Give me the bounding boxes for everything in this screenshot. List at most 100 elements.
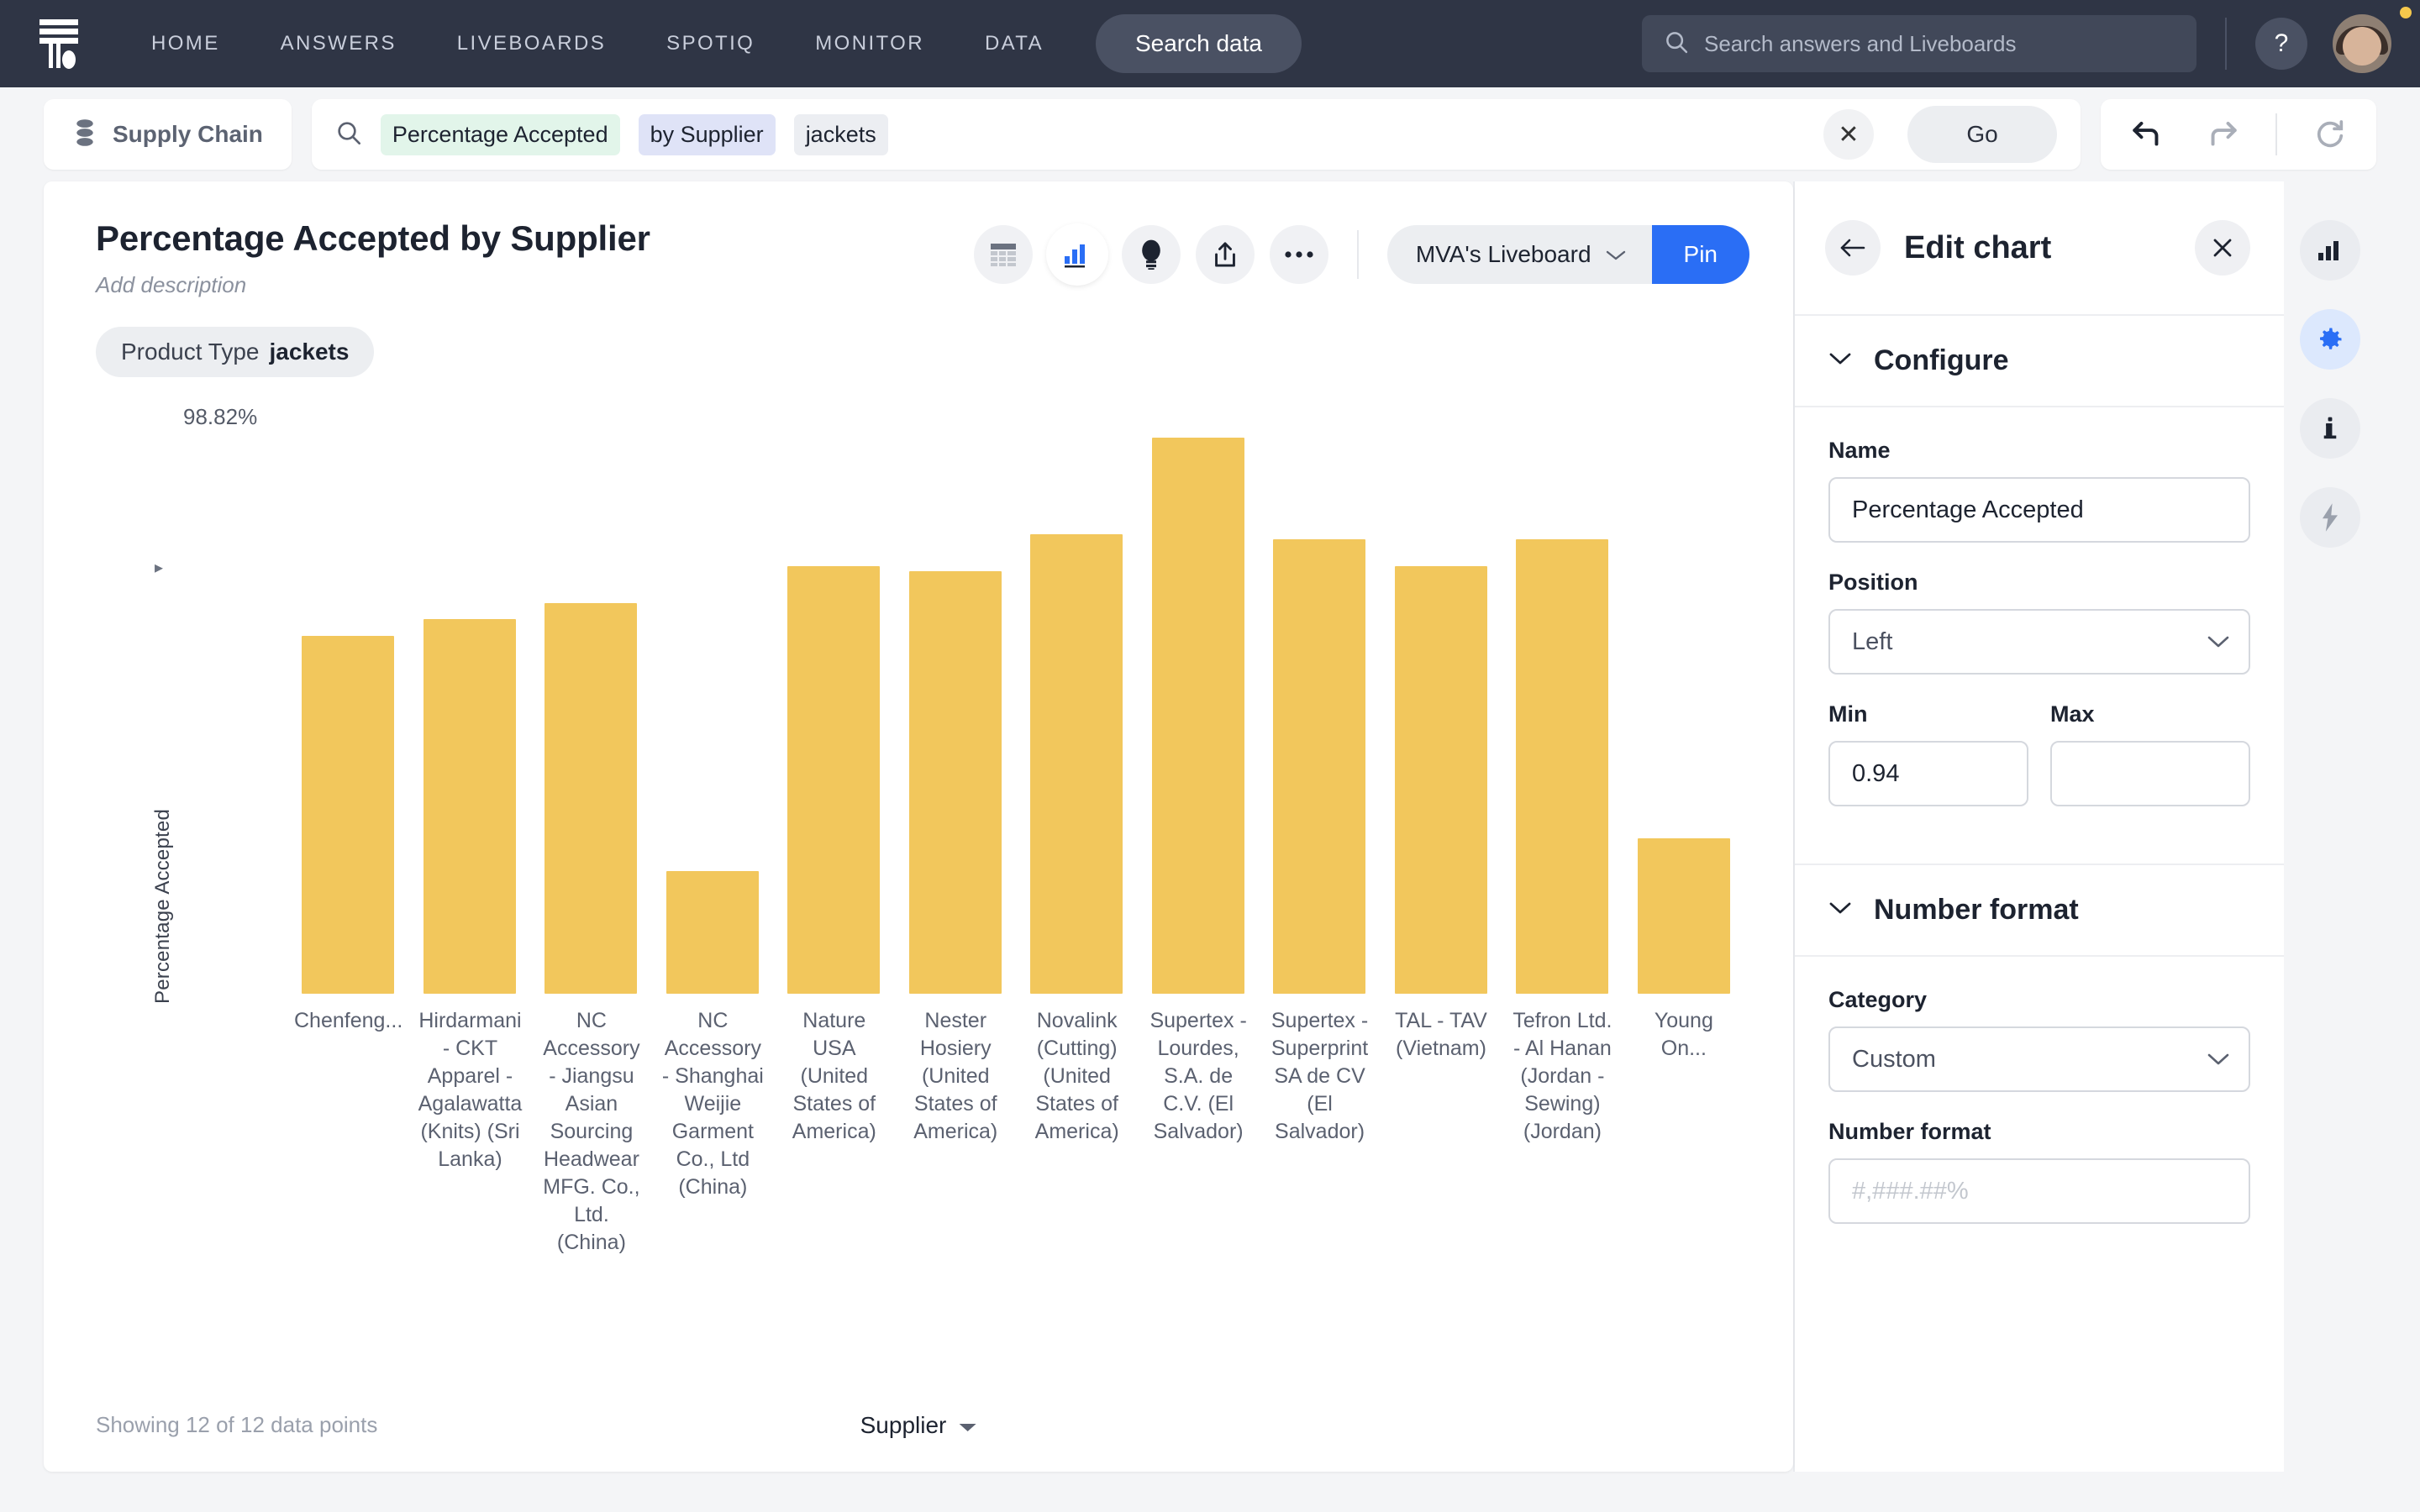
chevron-down-icon <box>1828 351 1852 370</box>
bar[interactable] <box>908 571 1002 994</box>
bar[interactable] <box>1151 438 1244 994</box>
bar[interactable] <box>302 635 395 994</box>
viz-action-bar: MVA's Liveboard Pin <box>973 218 1749 284</box>
viz-header: Percentage Accepted by Supplier Add desc… <box>44 181 1793 298</box>
data-source-label: Supply Chain <box>113 121 263 147</box>
share-icon[interactable] <box>1195 225 1255 284</box>
x-axis-label: NC Accessory - Jiangsu Asian Sourcing He… <box>543 1009 640 1254</box>
bar[interactable] <box>1273 538 1366 994</box>
query-token-measure[interactable]: Percentage Accepted <box>380 113 620 155</box>
nav-link-data[interactable]: DATA <box>955 32 1074 55</box>
min-input[interactable] <box>1828 741 2028 806</box>
data-point-count: Showing 12 of 12 data points <box>96 1412 378 1437</box>
search-data-button[interactable]: Search data <box>1095 14 1302 73</box>
bar-column[interactable] <box>773 438 895 994</box>
filter-chip-product-type[interactable]: Product Type jackets <box>96 327 375 377</box>
legend-supplier[interactable]: Supplier <box>860 1412 977 1439</box>
chart-view-icon[interactable] <box>1047 225 1107 284</box>
primary-nav-links: HOME ANSWERS LIVEBOARDS SPOTIQ MONITOR D… <box>121 32 1074 55</box>
nav-link-spotiq[interactable]: SPOTIQ <box>636 32 785 55</box>
bar[interactable] <box>787 565 881 994</box>
panel-title: Edit chart <box>1904 229 2052 265</box>
bar[interactable] <box>1030 533 1123 994</box>
close-icon[interactable] <box>2195 220 2250 276</box>
thoughtspot-logo[interactable] <box>29 13 89 74</box>
bar-column[interactable] <box>895 438 1017 994</box>
x-axis-label: Hirdarmani - CKT Apparel - Agalawatta (K… <box>418 1009 523 1171</box>
bar-column[interactable] <box>652 438 774 994</box>
settings-gear-icon[interactable] <box>2300 309 2360 370</box>
redo-icon[interactable] <box>2200 112 2245 157</box>
liveboard-select[interactable]: MVA's Liveboard <box>1386 225 1652 284</box>
query-token-filter[interactable]: jackets <box>793 113 888 155</box>
section-header-number-format[interactable]: Number format <box>1795 864 2284 957</box>
nav-link-monitor[interactable]: MONITOR <box>785 32 955 55</box>
section-title-configure: Configure <box>1874 344 2009 376</box>
x-axis-label: Nester Hosiery (United States of America… <box>913 1009 998 1143</box>
nav-link-answers[interactable]: ANSWERS <box>250 32 427 55</box>
bar[interactable] <box>666 870 759 994</box>
bar[interactable] <box>1394 565 1487 994</box>
chevron-down-icon <box>2207 1046 2230 1074</box>
bar[interactable] <box>544 603 638 994</box>
clear-query-button[interactable]: ✕ <box>1823 109 1874 160</box>
filter-row: Product Type jackets <box>44 298 1793 377</box>
bar-column[interactable] <box>1381 438 1502 994</box>
info-icon[interactable] <box>2300 398 2360 459</box>
nav-link-liveboards[interactable]: LIVEBOARDS <box>427 32 636 55</box>
position-select[interactable]: Left <box>1828 609 2250 675</box>
user-avatar[interactable] <box>2333 14 2391 73</box>
y-axis-title: Percentage Accepted <box>151 809 174 1004</box>
edit-chart-panel: Edit chart Configure Name Position Left <box>1793 181 2284 1472</box>
notification-dot <box>2400 7 2412 18</box>
nav-link-home[interactable]: HOME <box>121 32 250 55</box>
position-select-value: Left <box>1852 627 1893 655</box>
more-options-icon[interactable] <box>1269 225 1328 284</box>
bar-column[interactable] <box>1623 438 1745 994</box>
lightning-icon[interactable] <box>2300 487 2360 548</box>
plot-area <box>287 438 1744 994</box>
query-token-attribute[interactable]: by Supplier <box>638 113 776 155</box>
x-axis-label: Supertex - Superprint SA de CV (El Salva… <box>1270 1009 1369 1143</box>
help-button[interactable]: ? <box>2255 18 2307 70</box>
history-controls <box>2101 99 2376 170</box>
undo-icon[interactable] <box>2124 112 2170 157</box>
bar-column[interactable] <box>1016 438 1138 994</box>
number-format-field: Number format <box>1828 1119 2250 1224</box>
number-format-input[interactable] <box>1828 1158 2250 1224</box>
table-view-icon[interactable] <box>973 225 1033 284</box>
bar[interactable] <box>1637 838 1730 994</box>
bar-column[interactable] <box>1138 438 1260 994</box>
bar-column[interactable] <box>287 438 409 994</box>
y-axis-expand-caret[interactable]: ▸ <box>155 557 163 578</box>
x-axis-label: Young On... <box>1654 1009 1713 1060</box>
category-select-value: Custom <box>1852 1045 1936 1073</box>
spotiq-icon[interactable] <box>1121 225 1181 284</box>
chevron-down-icon <box>2207 628 2230 656</box>
y-axis-max-tick: 98.82% <box>183 404 258 429</box>
go-button[interactable]: Go <box>1907 106 2057 163</box>
bar-column[interactable] <box>530 438 652 994</box>
action-divider <box>1356 230 1359 279</box>
chevron-down-icon <box>1605 241 1627 268</box>
bar[interactable] <box>1516 538 1609 994</box>
search-query-bar[interactable]: Percentage Accepted by Supplier jackets … <box>311 99 2081 170</box>
bar-column[interactable] <box>1259 438 1381 994</box>
bar-column[interactable] <box>409 438 531 994</box>
section-header-configure[interactable]: Configure <box>1795 314 2284 407</box>
back-arrow-icon[interactable] <box>1825 220 1881 276</box>
data-source-chip[interactable]: Supply Chain <box>44 99 292 170</box>
chart-type-icon[interactable] <box>2300 220 2360 281</box>
name-input[interactable] <box>1828 477 2250 543</box>
max-input[interactable] <box>2050 741 2250 806</box>
bar[interactable] <box>423 619 516 994</box>
global-search-box[interactable] <box>1642 15 2196 72</box>
reset-icon[interactable] <box>2307 112 2353 157</box>
name-field-label: Name <box>1828 438 1891 463</box>
page-title: Percentage Accepted by Supplier <box>96 218 650 258</box>
category-select[interactable]: Custom <box>1828 1026 2250 1092</box>
bar-column[interactable] <box>1502 438 1623 994</box>
viz-description[interactable]: Add description <box>96 272 650 298</box>
global-search-input[interactable] <box>1704 30 2175 57</box>
pin-button[interactable]: Pin <box>1651 225 1749 284</box>
